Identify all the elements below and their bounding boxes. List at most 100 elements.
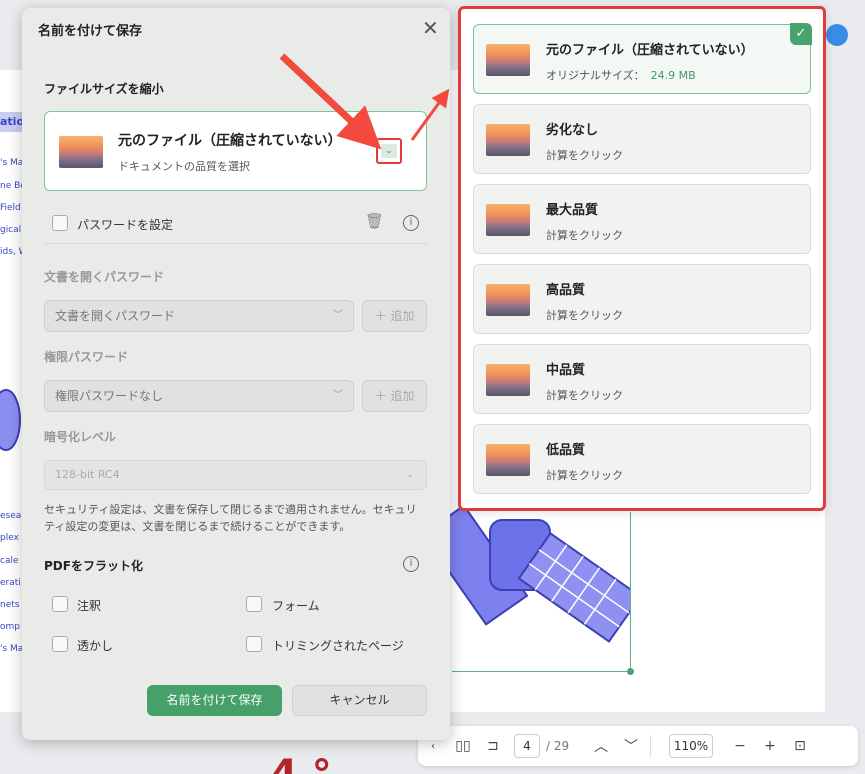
open-password-section-label: 文書を開くパスワード — [44, 270, 165, 284]
compress-option-title: 元のファイル（圧縮されていない） — [118, 133, 342, 149]
selection-border — [452, 671, 631, 672]
bg-text-fragment: plex I — [0, 533, 25, 543]
close-icon[interactable]: ✕ — [422, 16, 439, 40]
chevron-down-icon: ﹀ — [333, 390, 343, 401]
landscape-thumbnail-icon — [486, 284, 530, 316]
quality-option-subtitle: 計算をクリック — [546, 149, 623, 162]
quality-option-subtitle: 計算をクリック — [546, 309, 623, 322]
toolbar-divider — [650, 735, 651, 757]
zoom-input[interactable]: 110% — [669, 734, 713, 758]
flatten-forms-label: フォーム — [272, 599, 320, 613]
bg-text-fragment: cale I — [0, 556, 25, 566]
landscape-thumbnail-icon — [486, 444, 530, 476]
landscape-thumbnail-icon — [59, 136, 103, 168]
trash-icon[interactable]: 🗑 — [365, 212, 384, 230]
save-as-button[interactable]: 名前を付けて保存 — [147, 685, 282, 716]
zoom-in-icon[interactable]: + — [755, 738, 785, 754]
bg-text-fragment: 's Ma — [0, 158, 24, 168]
prev-page-icon[interactable]: ︿ — [586, 736, 616, 756]
flatten-section-label: PDFをフラット化 — [44, 559, 143, 573]
quality-option-title: 劣化なし — [546, 123, 599, 138]
quality-option-title: 中品質 — [546, 363, 586, 378]
chevron-down-icon: ⌄ — [381, 144, 397, 158]
quality-option-original[interactable]: 元のファイル（圧縮されていない） オリジナルサイズ： 24.9 MB ✓ — [473, 23, 812, 94]
encryption-value: 128-bit RC4 — [55, 468, 120, 481]
compress-option-card[interactable]: 元のファイル（圧縮されていない） ドキュメントの品質を選択 ⌄ — [44, 111, 427, 191]
quality-option-maximum[interactable]: 最大品質 計算をクリック — [473, 184, 811, 254]
quality-option-subtitle: 計算をクリック — [546, 469, 623, 482]
encryption-section-label: 暗号化レベル — [44, 430, 117, 444]
satellite-illustration — [440, 504, 630, 643]
landscape-thumbnail-icon — [486, 204, 530, 236]
quality-option-subtitle: 計算をクリック — [546, 229, 623, 242]
checkmark-icon: ✓ — [790, 23, 812, 45]
quality-option-title: 元のファイル（圧縮されていない） — [546, 43, 754, 58]
quality-option-high[interactable]: 高品質 計算をクリック — [473, 264, 811, 334]
zoom-out-icon[interactable]: − — [725, 738, 755, 754]
landscape-thumbnail-icon — [486, 44, 530, 76]
quality-option-lossless[interactable]: 劣化なし 計算をクリック — [473, 104, 811, 174]
plus-icon: ＋ — [374, 389, 391, 403]
bg-text-fragment: Field — [0, 203, 21, 213]
cancel-button[interactable]: キャンセル — [292, 685, 427, 716]
quality-option-subtitle: 計算をクリック — [546, 389, 623, 402]
add-label: 追加 — [390, 309, 415, 323]
flatten-watermark-label: 透かし — [77, 639, 114, 653]
page-toolbar: ‹ ▯▯ ⊐ 4 / 29 ︿ ﹀ 110% − + ⊡ — [418, 726, 858, 766]
quality-option-subtitle: オリジナルサイズ： 24.9 MB — [546, 67, 696, 83]
add-permission-password-button[interactable]: ＋ 追加 — [362, 380, 427, 412]
fit-page-icon[interactable]: ⊡ — [785, 738, 815, 754]
chevron-down-icon: ⌄ — [406, 470, 414, 480]
encryption-select[interactable]: 128-bit RC4 ⌄ — [44, 460, 427, 490]
original-size-label: オリジナルサイズ： — [546, 69, 645, 82]
password-checkbox[interactable] — [52, 215, 68, 231]
flatten-cropped-pages-label: トリミングされたページ — [272, 639, 404, 653]
collapse-icon[interactable]: ‹ — [418, 741, 448, 752]
permission-section-label: 権限パスワード — [44, 350, 129, 364]
bg-text-fragment: erati — [0, 578, 21, 588]
book-view-icon[interactable]: ▯▯ — [448, 738, 478, 754]
open-password-placeholder: 文書を開くパスワード — [55, 309, 176, 323]
password-label: パスワードを設定 — [77, 218, 174, 232]
dialog-title: 名前を付けて保存 — [38, 24, 143, 39]
next-page-icon[interactable]: ﹀ — [616, 736, 646, 756]
quality-option-medium[interactable]: 中品質 計算をクリック — [473, 344, 811, 414]
add-open-password-button[interactable]: ＋ 追加 — [362, 300, 427, 332]
info-icon[interactable]: i — [403, 556, 419, 572]
original-size-value: 24.9 MB — [650, 69, 696, 82]
save-as-dialog: 名前を付けて保存 ✕ ファイルサイズを縮小 元のファイル（圧縮されていない） ド… — [22, 8, 450, 740]
avatar[interactable] — [826, 24, 848, 46]
bg-red-text: 4 ° — [270, 752, 332, 774]
compress-section-label: ファイルサイズを縮小 — [44, 82, 164, 96]
quality-option-title: 高品質 — [546, 283, 586, 298]
chevron-down-icon: ﹀ — [333, 310, 343, 321]
bg-text-fragment: nets — [0, 600, 20, 610]
presentation-icon[interactable]: ⊐ — [478, 738, 508, 754]
flatten-cropped-pages-checkbox[interactable] — [246, 636, 262, 652]
info-icon[interactable]: i — [403, 215, 419, 231]
quality-option-title: 最大品質 — [546, 203, 599, 218]
open-password-input[interactable]: 文書を開くパスワード ﹀ — [44, 300, 354, 332]
flatten-annotations-checkbox[interactable] — [52, 596, 68, 612]
page-number-input[interactable]: 4 — [514, 734, 540, 758]
plus-icon: ＋ — [374, 309, 391, 323]
bg-text-fragment: 's Ma — [0, 644, 24, 654]
add-label: 追加 — [390, 389, 415, 403]
selection-border — [630, 512, 631, 672]
landscape-thumbnail-icon — [486, 364, 530, 396]
compress-option-subtitle: ドキュメントの品質を選択 — [118, 160, 250, 173]
quality-dropdown-button[interactable]: ⌄ — [376, 138, 402, 164]
quality-option-title: 低品質 — [546, 443, 586, 458]
bg-text-fragment: omp — [0, 622, 20, 632]
landscape-thumbnail-icon — [486, 124, 530, 156]
permission-password-input[interactable]: 権限パスワードなし ﹀ — [44, 380, 354, 412]
selection-handle[interactable] — [627, 668, 634, 675]
bg-heading-fragment: ation — [0, 112, 22, 132]
permission-placeholder: 権限パスワードなし — [55, 389, 164, 403]
security-note: セキュリティ設定は、文書を保存して閉じるまで適用されません。セキュリティ設定の変… — [44, 503, 417, 533]
flatten-watermark-checkbox[interactable] — [52, 636, 68, 652]
flatten-forms-checkbox[interactable] — [246, 596, 262, 612]
page-total: / 29 — [546, 739, 570, 753]
quality-option-low[interactable]: 低品質 計算をクリック — [473, 424, 811, 494]
quality-dropdown-panel: 元のファイル（圧縮されていない） オリジナルサイズ： 24.9 MB ✓ 劣化なし… — [458, 6, 826, 511]
